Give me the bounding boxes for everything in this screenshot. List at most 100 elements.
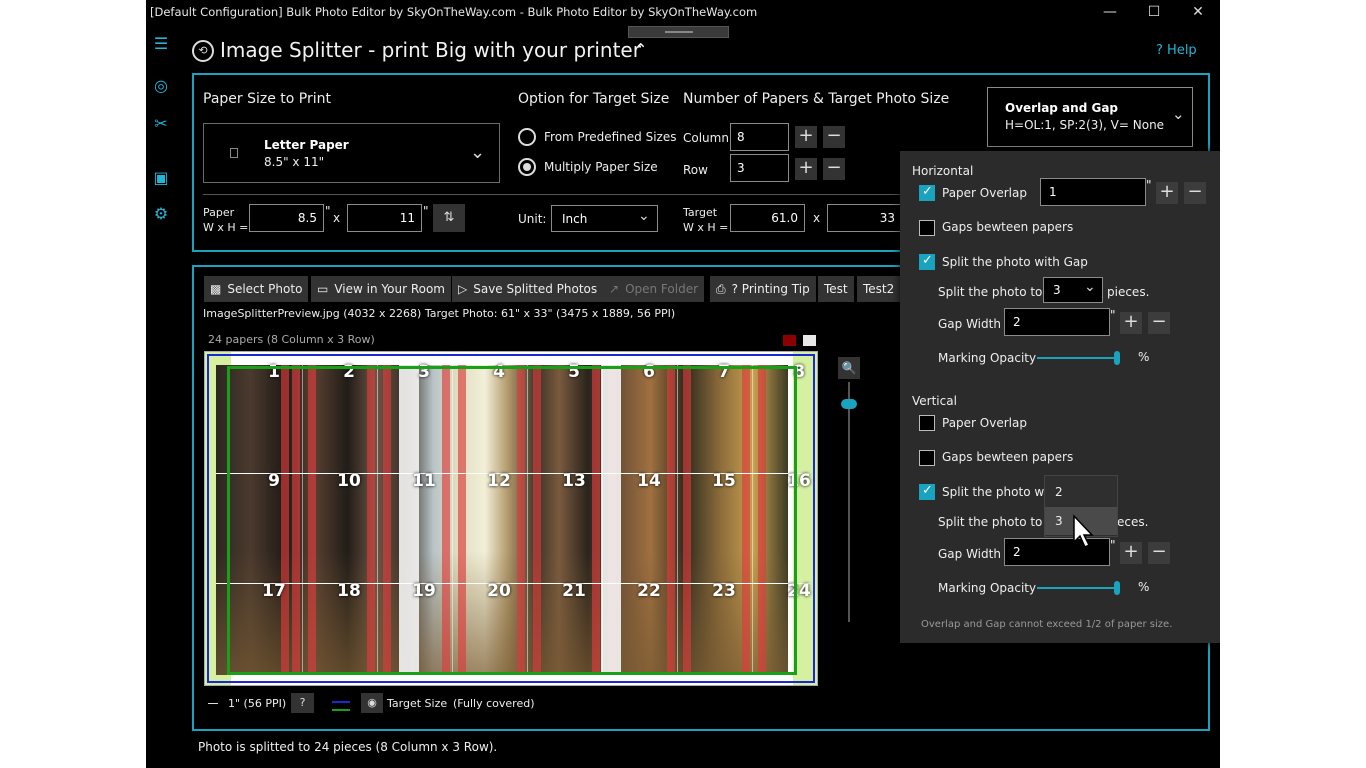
unit-select[interactable]: Inch ⌄	[551, 205, 658, 232]
constraint-note: Overlap and Gap cannot exceed 1/2 of pap…	[921, 619, 1173, 630]
times-sign: x	[813, 211, 821, 225]
file-info: ImageSplitterPreview.jpg (4032 x 2268) T…	[203, 307, 676, 320]
target-label-1: Target	[683, 206, 718, 219]
help-link[interactable]: ? Help	[1156, 43, 1197, 58]
paper-outline-rect	[207, 354, 815, 683]
times-sign: x	[333, 211, 341, 225]
page-title: Image Splitter - print Big with your pri…	[220, 38, 641, 62]
select-photo-label: Select Photo	[227, 282, 303, 296]
photo-icon: ▩	[210, 282, 222, 296]
dropdown-option-2[interactable]: 2	[1045, 478, 1117, 506]
eye-icon[interactable]: ◉	[361, 693, 383, 713]
zoom-slider-thumb[interactable]	[841, 399, 857, 409]
target-width-input[interactable]: 61.0	[730, 204, 805, 232]
v-paper-overlap-checkbox[interactable]	[919, 415, 935, 431]
h-gap-decrement-button[interactable]: −	[1148, 312, 1170, 334]
cut-nav-icon[interactable]: ✂	[150, 113, 172, 135]
h-paper-overlap-checkbox[interactable]	[919, 184, 935, 201]
overlap-gap-flyout: Horizontal Paper Overlap 1 " + − Gaps be…	[900, 151, 1220, 643]
fully-covered-label: (Fully covered)	[453, 697, 535, 710]
test2-button[interactable]: Test2	[857, 276, 901, 302]
h-gap-increment-button[interactable]: +	[1120, 312, 1142, 334]
hamburger-menu-icon[interactable]: ☰	[150, 33, 172, 55]
title-bar: [Default Configuration] Bulk Photo Edito…	[146, 0, 1220, 26]
column-input[interactable]: 8	[730, 123, 789, 151]
v-paper-overlap-label: Paper Overlap	[942, 416, 1027, 430]
share-icon: ↗	[609, 282, 620, 296]
view-room-button[interactable]: ▭ View in Your Room	[311, 276, 451, 302]
h-opacity-thumb[interactable]	[1114, 351, 1120, 365]
v-split-checkbox[interactable]	[919, 483, 935, 500]
h-gaps-label: Gaps bewteen papers	[942, 220, 1074, 234]
test-button[interactable]: Test	[818, 276, 854, 302]
image-splitter-nav-icon[interactable]: ◎	[150, 75, 172, 97]
chevron-down-icon: ⌄	[638, 208, 650, 224]
option-multiply-label: Multiply Paper Size	[544, 160, 658, 174]
target-option-heading: Option for Target Size	[518, 91, 670, 107]
h-overlap-increment-button[interactable]: +	[1156, 182, 1178, 204]
h-opacity-slider[interactable]	[1037, 357, 1117, 359]
inch-mark: "	[1110, 538, 1116, 552]
target-height-input[interactable]: 33	[827, 204, 902, 232]
printing-tip-button[interactable]: ⎙ ? Printing Tip	[710, 276, 816, 302]
green-legend-line	[332, 709, 350, 711]
inch-mark: "	[1110, 308, 1116, 322]
row-increment-button[interactable]: +	[795, 158, 817, 180]
rotate-paper-button[interactable]: ⇅	[433, 204, 465, 232]
row-input[interactable]: 3	[730, 154, 789, 182]
zoom-icon[interactable]: 🔍	[838, 357, 860, 379]
select-photo-button[interactable]: ▩ Select Photo	[204, 276, 309, 302]
paper-size-combo[interactable]: Letter Paper 8.5" x 11" ⌄	[203, 123, 500, 183]
drag-handle[interactable]	[628, 26, 729, 38]
column-increment-button[interactable]: +	[795, 126, 817, 148]
v-gap-decrement-button[interactable]: −	[1148, 542, 1170, 564]
vertical-heading: Vertical	[912, 394, 957, 408]
radio-predefined-sizes[interactable]	[518, 128, 536, 146]
minimize-button[interactable]: —	[1088, 0, 1132, 24]
h-gap-width-input[interactable]: 2	[1004, 308, 1110, 336]
v-split-label: Split the photo wit	[942, 485, 1053, 499]
maximize-button[interactable]: ☐	[1132, 0, 1176, 24]
row-decrement-button[interactable]: −	[823, 158, 845, 180]
v-pieces-label: eces.	[1117, 515, 1149, 529]
image-splitter-icon: ⟲	[192, 40, 214, 62]
printing-tip-label: ? Printing Tip	[731, 282, 810, 296]
radio-multiply-paper[interactable]	[518, 158, 536, 176]
app-window: [Default Configuration] Bulk Photo Edito…	[146, 0, 1220, 768]
split-preview[interactable]: 1 2 3 4 5 6 7 8 9 10 11 12 13 14 15 16 17 18 19 20 21 22 23 24	[204, 351, 818, 686]
open-folder-button[interactable]: ↗ Open Folder	[603, 276, 705, 302]
overlap-gap-title: Overlap and Gap	[1005, 101, 1119, 115]
h-gap-width-label: Gap Width	[938, 317, 1001, 331]
v-opacity-label: Marking Opacity	[938, 581, 1037, 595]
paper-icon	[230, 148, 238, 158]
paper-width-input[interactable]: 8.5	[249, 204, 324, 232]
h-split-checkbox[interactable]	[919, 253, 935, 270]
h-gaps-checkbox[interactable]	[919, 220, 935, 236]
document-nav-icon[interactable]: ▣	[150, 167, 172, 189]
v-gaps-checkbox[interactable]	[919, 450, 935, 466]
room-icon: ▭	[317, 282, 329, 296]
inch-mark: "	[423, 204, 429, 218]
settings-nav-icon[interactable]: ⚙	[150, 203, 172, 225]
column-decrement-button[interactable]: −	[823, 126, 845, 148]
v-gap-increment-button[interactable]: +	[1120, 542, 1142, 564]
v-opacity-slider[interactable]	[1037, 587, 1117, 589]
zoom-slider-track[interactable]	[848, 382, 850, 622]
v-opacity-thumb[interactable]	[1114, 581, 1120, 595]
h-split-to-value: 3	[1053, 283, 1061, 297]
overlap-color-swatch[interactable]	[783, 335, 796, 346]
play-icon: ▷	[458, 282, 468, 296]
close-button[interactable]: ✕	[1176, 0, 1220, 24]
column-label: Column	[683, 131, 729, 145]
h-split-to-select[interactable]: 3 ⌄	[1043, 277, 1103, 303]
save-split-button[interactable]: ▷ Save Splitted Photos	[452, 276, 604, 302]
paper-height-input[interactable]: 11	[347, 204, 422, 232]
paper-size-heading: Paper Size to Print	[203, 91, 331, 107]
overlap-gap-combo[interactable]: Overlap and Gap H=OL:1, SP:2(3), V= None…	[987, 87, 1193, 147]
chevron-down-icon: ⌄	[1084, 279, 1096, 295]
gap-color-swatch[interactable]	[803, 335, 816, 346]
h-overlap-input[interactable]: 1	[1040, 178, 1146, 206]
h-overlap-decrement-button[interactable]: −	[1184, 182, 1206, 204]
scale-help-button[interactable]: ?	[291, 693, 314, 713]
papers-count: 24 papers (8 Column x 3 Row)	[208, 333, 375, 346]
